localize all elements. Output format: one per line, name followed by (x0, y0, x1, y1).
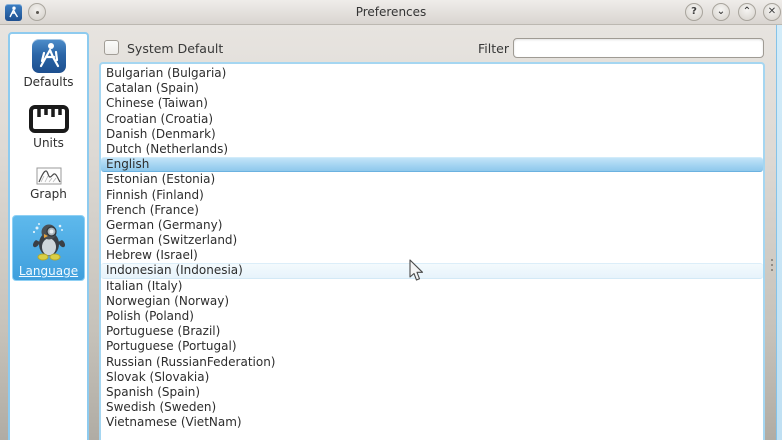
list-item[interactable]: Estonian (Estonia) (101, 172, 763, 187)
titlebar[interactable]: Preferences ? ⌄ ⌃ ✕ (0, 0, 782, 25)
hiker-icon (32, 39, 66, 73)
list-item[interactable]: Portuguese (Brazil) (101, 324, 763, 339)
sidebar-item-graph[interactable]: Graph (12, 167, 85, 201)
list-item[interactable]: Dutch (Netherlands) (101, 142, 763, 157)
list-item[interactable]: Italian (Italy) (101, 279, 763, 294)
sidebar-item-defaults[interactable]: Defaults (12, 39, 85, 89)
list-item[interactable]: Finnish (Finland) (101, 188, 763, 203)
sidebar: Defaults Units Graph (8, 32, 89, 440)
sidebar-item-label: Units (12, 136, 85, 150)
mouse-cursor (409, 259, 424, 286)
list-item[interactable]: German (Switzerland) (101, 233, 763, 248)
close-button[interactable]: ✕ (763, 3, 781, 21)
ruler-icon (29, 104, 69, 134)
window-title: Preferences (0, 5, 782, 19)
list-item[interactable]: Spanish (Spain) (101, 385, 763, 400)
system-default-label: System Default (127, 41, 223, 56)
list-item[interactable]: Bulgarian (Bulgaria) (101, 66, 763, 81)
sidebar-item-language[interactable]: Language (12, 215, 85, 281)
list-item[interactable]: Polish (Poland) (101, 309, 763, 324)
filter-input[interactable] (513, 38, 764, 58)
sidebar-item-label: Defaults (12, 75, 85, 89)
list-item[interactable]: Chinese (Taiwan) (101, 96, 763, 111)
language-list[interactable]: Bulgarian (Bulgaria)Catalan (Spain)Chine… (99, 62, 765, 440)
list-item[interactable]: Hebrew (Israel) (101, 248, 763, 263)
list-item[interactable]: Vietnamese (VietNam) (101, 415, 763, 430)
penguin-icon (27, 220, 71, 262)
list-item[interactable]: German (Germany) (101, 218, 763, 233)
scroll-grip-dots[interactable] (771, 259, 774, 274)
system-default-checkbox[interactable] (104, 40, 119, 55)
list-item[interactable]: Slovak (Slovakia) (101, 370, 763, 385)
list-item[interactable]: Norwegian (Norway) (101, 294, 763, 309)
right-edge-strip (776, 25, 782, 440)
list-item[interactable]: Danish (Denmark) (101, 127, 763, 142)
list-item[interactable]: Indonesian (Indonesia) (101, 263, 763, 278)
list-item[interactable]: Portuguese (Portugal) (101, 339, 763, 354)
list-item[interactable]: French (France) (101, 203, 763, 218)
list-item[interactable]: English (101, 157, 763, 172)
graph-icon (36, 167, 62, 185)
keep-above-button[interactable]: ⌃ (738, 3, 756, 21)
sidebar-item-label: Graph (12, 187, 85, 201)
sidebar-item-units[interactable]: Units (12, 104, 85, 150)
sidebar-item-label: Language (13, 264, 84, 278)
preferences-window: Preferences ? ⌄ ⌃ ✕ Defaults Units (0, 0, 782, 440)
list-item[interactable]: Russian (RussianFederation) (101, 355, 763, 370)
list-item[interactable]: Croatian (Croatia) (101, 112, 763, 127)
list-item[interactable]: Swedish (Sweden) (101, 400, 763, 415)
shade-button[interactable]: ⌄ (712, 3, 730, 21)
list-item[interactable]: Catalan (Spain) (101, 81, 763, 96)
help-button[interactable]: ? (685, 3, 703, 21)
filter-label: Filter (478, 41, 509, 56)
